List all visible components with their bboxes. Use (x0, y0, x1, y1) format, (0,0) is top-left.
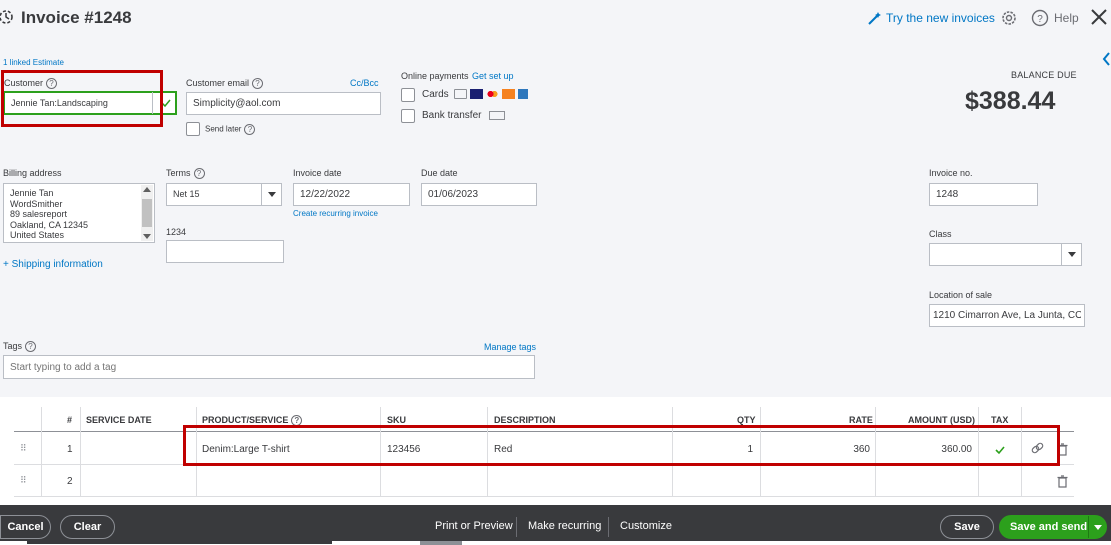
row-num: 2 (67, 476, 73, 487)
try-new-invoices-link[interactable]: Try the new invoices (886, 11, 995, 25)
amex-icon (518, 89, 528, 99)
help-label[interactable]: Help (1054, 11, 1079, 25)
help-icon: ? (25, 341, 37, 353)
custom-field-input[interactable] (166, 240, 284, 263)
col-header-rate: RATE (849, 415, 873, 425)
collapse-panel-icon[interactable] (1101, 51, 1111, 67)
col-header-qty: QTY (737, 415, 756, 425)
get-set-up-link[interactable]: Get set up (472, 71, 514, 81)
shipping-information-link[interactable]: + Shipping information (3, 259, 103, 270)
terms-label: Terms? (166, 168, 205, 180)
help-icon: ? (193, 168, 205, 180)
print-preview-button[interactable]: Print or Preview (435, 515, 513, 537)
billing-address-textarea[interactable]: Jennie Tan WordSmither 89 salesreport Oa… (3, 183, 155, 243)
highlight-box (1, 70, 163, 127)
address-line: Oakland, CA 12345 (10, 219, 89, 230)
visa-icon (470, 89, 483, 99)
svg-text:?: ? (1037, 14, 1043, 25)
terms-value: Net 15 (173, 189, 200, 199)
balance-due-label: BALANCE DUE (1011, 70, 1077, 80)
save-button[interactable]: Save (940, 515, 994, 539)
row-num: 1 (67, 444, 73, 455)
chevron-down-icon (261, 184, 281, 205)
linked-estimate-link[interactable]: 1 linked Estimate (3, 58, 64, 67)
address-line: United States (10, 230, 65, 240)
discover-icon (502, 89, 515, 99)
row-divider (14, 496, 1074, 497)
bank-transfer-checkbox[interactable] (401, 109, 415, 123)
due-date-input[interactable] (421, 183, 537, 206)
chevron-down-icon[interactable] (1088, 516, 1106, 538)
help-icon[interactable]: ? (1031, 9, 1049, 27)
close-icon[interactable] (1090, 8, 1108, 26)
cards-checkbox[interactable] (401, 88, 415, 102)
clear-button[interactable]: Clear (60, 515, 115, 539)
window-bottom-edge (0, 541, 1111, 545)
terms-select[interactable]: Net 15 (166, 183, 282, 206)
card-logos (454, 89, 528, 99)
chevron-down-icon (1061, 244, 1081, 265)
make-recurring-button[interactable]: Make recurring (528, 515, 601, 537)
save-and-send-label: Save and send (1010, 521, 1088, 533)
manage-tags-link[interactable]: Manage tags (484, 342, 536, 352)
mastercard-icon (486, 89, 499, 99)
tags-input[interactable] (3, 355, 535, 379)
magic-wand-icon (868, 12, 881, 25)
customer-email-input[interactable] (186, 92, 381, 115)
custom-field-label: 1234 (166, 227, 187, 237)
invoice-no-label: Invoice no. (929, 168, 973, 178)
col-header-tax: TAX (991, 415, 1009, 425)
location-of-sale-label: Location of sale (929, 290, 993, 300)
divider (516, 517, 517, 537)
bank-icon (489, 111, 505, 120)
class-select[interactable] (929, 243, 1082, 266)
col-header-sku: SKU (387, 415, 407, 425)
class-label: Class (929, 229, 952, 239)
footer-bar: Cancel Clear Print or Preview Make recur… (0, 505, 1111, 541)
send-later-label: Send later? (205, 124, 256, 135)
col-header-description: DESCRIPTION (494, 415, 556, 425)
send-later-checkbox[interactable] (186, 122, 200, 136)
save-and-send-button[interactable]: Save and send (999, 515, 1107, 539)
card-logo-icon (454, 89, 467, 99)
recent-history-icon[interactable] (0, 8, 14, 26)
invoice-date-label: Invoice date (293, 168, 342, 178)
invoice-date-input[interactable] (293, 183, 410, 206)
customer-email-label: Customer email? (186, 78, 264, 90)
customize-button[interactable]: Customize (620, 515, 672, 537)
trash-icon[interactable] (1057, 475, 1068, 488)
tags-label: Tags? (3, 341, 37, 353)
page-title: Invoice #1248 (21, 8, 132, 27)
due-date-label: Due date (421, 168, 458, 178)
bank-transfer-label: Bank transfer (422, 110, 482, 121)
cancel-button[interactable]: Cancel (0, 515, 51, 539)
cc-bcc-link[interactable]: Cc/Bcc (350, 78, 379, 88)
gear-icon[interactable] (1000, 9, 1018, 27)
address-line: Jennie Tan (10, 188, 54, 198)
address-scrollbar[interactable] (141, 185, 153, 241)
online-payments-label: Online payments (401, 71, 469, 81)
address-line: 89 salesreport (10, 209, 68, 219)
billing-address-label: Billing address (3, 168, 62, 178)
drag-handle-icon[interactable]: ⠿ (20, 443, 27, 454)
col-divider (80, 407, 81, 497)
create-recurring-invoice-link[interactable]: Create recurring invoice (293, 209, 378, 218)
help-icon: ? (244, 124, 256, 135)
balance-due-amount: $388.44 (965, 87, 1056, 115)
cards-label: Cards (422, 89, 449, 100)
header-bar: Invoice #1248 Try the new invoices ? Hel… (0, 0, 1111, 36)
invoice-no-input[interactable] (929, 183, 1038, 206)
col-header-num: # (67, 415, 73, 425)
col-divider (41, 407, 42, 497)
drag-handle-icon[interactable]: ⠿ (20, 475, 27, 486)
help-icon: ? (252, 78, 264, 90)
col-header-amount: AMOUNT (USD) (908, 415, 975, 425)
address-line: WordSmither (10, 198, 63, 209)
highlight-box (183, 425, 1060, 466)
divider (608, 517, 609, 537)
location-of-sale-input[interactable] (929, 304, 1085, 327)
col-header-service-date: SERVICE DATE (86, 415, 152, 425)
